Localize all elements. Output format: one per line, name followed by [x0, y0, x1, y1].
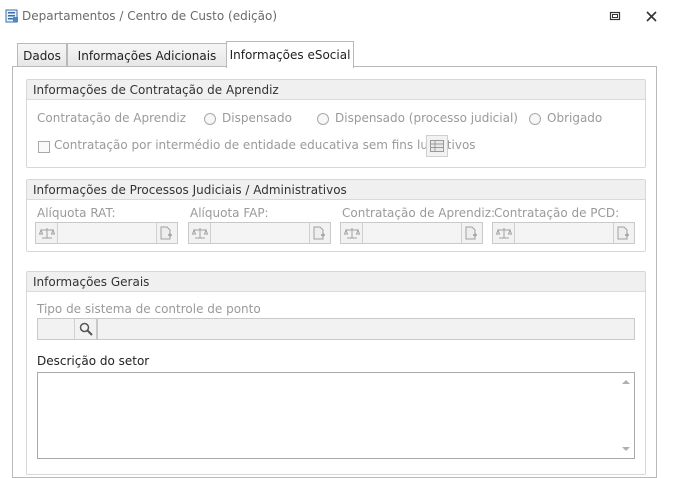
radio-obrigado[interactable] [529, 113, 541, 125]
radio-dispensado-judicial[interactable] [317, 113, 329, 125]
form-icon [5, 9, 18, 23]
group-aprendiz: Informações de Contratação de Aprendiz C… [26, 79, 646, 168]
add-doc-icon[interactable] [460, 223, 482, 243]
grid-icon [430, 140, 444, 152]
scroll-down-icon[interactable] [621, 444, 631, 454]
search-icon [79, 322, 93, 336]
tab-informacoes-esocial[interactable]: Informações eSocial [226, 41, 354, 68]
ponto-label: Tipo de sistema de controle de ponto [37, 302, 261, 316]
aliquota-fap-input[interactable] [211, 223, 310, 243]
group-gerais-header: Informações Gerais [27, 272, 645, 292]
scale-icon[interactable] [341, 223, 363, 243]
radio-dispensado[interactable] [204, 113, 216, 125]
add-doc-icon[interactable] [308, 223, 330, 243]
contratacao-aprendiz-field[interactable] [340, 222, 483, 244]
scroll-up-icon[interactable] [621, 377, 631, 387]
descricao-textarea[interactable] [37, 372, 635, 459]
radio-dispensado-judicial-label: Dispensado (processo judicial) [335, 111, 518, 125]
contratacao-pcd-field[interactable] [492, 222, 635, 244]
group-processos: Informações de Processos Judiciais / Adm… [26, 179, 646, 252]
aliquota-rat-label: Alíquota RAT: [37, 206, 116, 220]
radio-obrigado-label: Obrigado [547, 111, 603, 125]
aliquota-rat-field[interactable] [35, 222, 178, 244]
scale-icon[interactable] [189, 223, 211, 243]
restore-icon [609, 11, 621, 21]
group-gerais: Informações Gerais Tipo de sistema de co… [26, 271, 646, 475]
ponto-desc-input[interactable] [97, 318, 635, 340]
title-bar: Departamentos / Centro de Custo (edição) [0, 0, 673, 32]
window-title: Departamentos / Centro de Custo (edição) [22, 9, 278, 23]
checkbox-entidade-educativa-label: Contratação por intermédio de entidade e… [54, 138, 476, 152]
aprendiz-label: Contratação de Aprendiz [37, 111, 187, 125]
aliquota-rat-input[interactable] [58, 223, 157, 243]
restore-button[interactable] [604, 6, 626, 26]
add-doc-icon[interactable] [155, 223, 177, 243]
tab-panel-esocial: Informações de Contratação de Aprendiz C… [12, 66, 657, 478]
aliquota-fap-field[interactable] [188, 222, 331, 244]
aliquota-fap-label: Alíquota FAP: [190, 206, 269, 220]
contratacao-pcd-input[interactable] [515, 223, 614, 243]
radio-dispensado-label: Dispensado [222, 111, 292, 125]
group-processos-header: Informações de Processos Judiciais / Adm… [27, 180, 645, 200]
group-aprendiz-header: Informações de Contratação de Aprendiz [27, 80, 645, 100]
checkbox-entidade-educativa[interactable] [38, 141, 50, 153]
close-icon [645, 10, 657, 22]
add-doc-icon[interactable] [612, 223, 634, 243]
contratacao-pcd-label: Contratação de PCD: [494, 206, 620, 220]
contratacao-aprendiz-label: Contratação de Aprendiz: [342, 206, 496, 220]
search-button[interactable] [74, 319, 96, 339]
ponto-code-input[interactable] [37, 318, 97, 340]
tab-dados[interactable]: Dados [17, 43, 67, 67]
tab-informacoes-adicionais[interactable]: Informações Adicionais [67, 43, 227, 67]
scale-icon[interactable] [493, 223, 515, 243]
close-button[interactable] [640, 6, 662, 26]
contratacao-aprendiz-input[interactable] [363, 223, 462, 243]
grid-button[interactable] [426, 135, 448, 157]
descricao-label: Descrição do setor [37, 354, 150, 368]
scale-icon[interactable] [36, 223, 58, 243]
